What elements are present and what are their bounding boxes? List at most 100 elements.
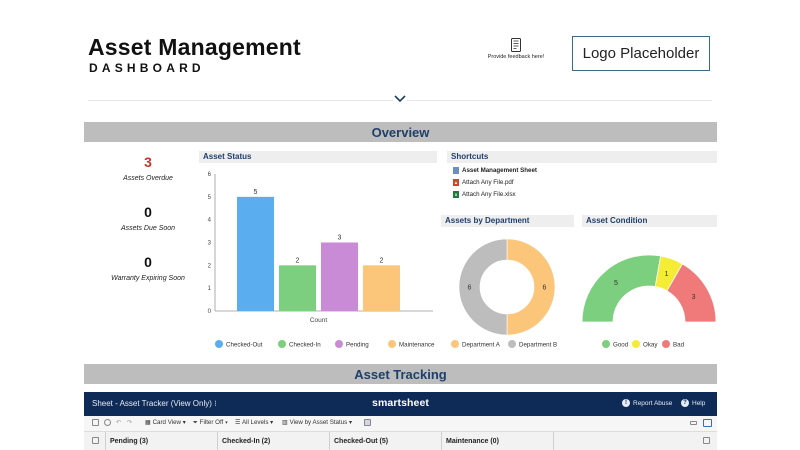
- legend-swatch-maintenance: [388, 340, 396, 348]
- bar-maintenance: [363, 265, 400, 311]
- x-axis-label: Count: [310, 317, 328, 324]
- asset-condition-header: Asset Condition: [582, 215, 717, 227]
- view-by-icon: ▥: [282, 419, 290, 426]
- gauge-slice-good: [581, 254, 662, 323]
- legend-swatch-bad: [662, 340, 670, 348]
- shortcut-asset-management-sheet[interactable]: Asset Management Sheet: [453, 167, 537, 174]
- redo-icon[interactable]: ↷: [127, 419, 132, 426]
- comment-icon[interactable]: [703, 437, 710, 444]
- row-icon: [92, 437, 99, 444]
- legend-label-checked-in: Checked-In: [289, 342, 321, 349]
- bar-value-label: 2: [380, 257, 384, 264]
- legend-swatch-checked-out: [215, 340, 223, 348]
- bar-value-label: 2: [296, 257, 300, 264]
- legend-label-okay: Okay: [643, 342, 658, 349]
- logo-placeholder: Logo Placeholder: [572, 36, 710, 71]
- column-checked-out[interactable]: Checked-Out (5): [334, 438, 388, 445]
- card-view-dropdown[interactable]: ▦ Card View ▾: [145, 419, 186, 426]
- legend-label-bad: Bad: [673, 342, 685, 349]
- bar-checked-out: [237, 196, 274, 311]
- tracker-card-columns: [84, 432, 717, 450]
- column-pending[interactable]: Pending (3): [110, 438, 148, 445]
- legend-label-good: Good: [613, 342, 629, 349]
- column-divider: [105, 432, 106, 450]
- alert-icon: !: [622, 399, 630, 407]
- legend-swatch-checked-in: [278, 340, 286, 348]
- report-abuse-label: Report Abuse: [633, 399, 673, 407]
- help-icon: ?: [681, 399, 689, 407]
- column-maintenance[interactable]: Maintenance (0): [446, 438, 499, 445]
- legend-label-department-a: Department A: [462, 342, 501, 349]
- levels-dropdown[interactable]: ☰ All Levels ▾: [235, 419, 273, 426]
- bar-value-label: 3: [338, 235, 342, 242]
- chevron-down-icon[interactable]: [393, 94, 407, 104]
- collapse-panel-icon[interactable]: [690, 421, 697, 425]
- shortcut-label: Attach Any File.xlsx: [462, 191, 516, 198]
- column-divider: [553, 432, 554, 450]
- help-link[interactable]: ? Help: [681, 399, 705, 407]
- assets-by-department-chart: 6 6 Department A Department B: [451, 238, 557, 349]
- help-label: Help: [692, 399, 706, 407]
- grid-toggle-icon[interactable]: [364, 419, 371, 426]
- column-divider: [329, 432, 330, 450]
- legend-label-pending: Pending: [346, 342, 369, 349]
- overview-section-header: Overview: [84, 122, 717, 142]
- stat-assets-due-soon: 0 Assets Due Soon: [84, 204, 212, 232]
- legend-label-checked-out: Checked-Out: [226, 342, 263, 349]
- gauge-value-label: 3: [692, 294, 696, 301]
- y-tick-label: 6: [208, 172, 212, 178]
- y-tick-label: 4: [208, 218, 212, 224]
- y-tick-label: 2: [208, 263, 212, 269]
- y-tick-label: 3: [208, 241, 212, 247]
- donut-value-label: 6: [543, 285, 547, 292]
- column-checked-in[interactable]: Checked-In (2): [222, 438, 270, 445]
- y-tick-label: 0: [208, 309, 212, 315]
- stat-label: Assets Overdue: [123, 175, 173, 182]
- shortcut-pdf-file[interactable]: ▲ Attach Any File.pdf: [453, 179, 514, 186]
- asset-status-chart: 0 1 2 3 4 5 6 5 2 3 2 Count Checked-Out Checked-In Pen…: [208, 172, 435, 349]
- y-tick-label: 1: [208, 286, 212, 292]
- stat-value: 3: [144, 154, 152, 170]
- legend-label-maintenance: Maintenance: [399, 342, 435, 349]
- feedback-text: Provide feedback here!: [487, 54, 545, 60]
- donut-value-label: 6: [468, 285, 472, 292]
- gauge-value-label: 1: [665, 271, 669, 278]
- stat-warranty-expiring: 0 Warranty Expiring Soon: [84, 254, 212, 282]
- stat-value: 0: [144, 204, 152, 220]
- y-tick-label: 5: [208, 195, 212, 201]
- feedback-form-icon: [511, 38, 521, 52]
- page-title: Asset Management: [88, 34, 301, 60]
- pdf-icon: ▲: [453, 179, 459, 186]
- shortcut-label: Asset Management Sheet: [462, 167, 537, 174]
- stat-label: Warranty Expiring Soon: [111, 275, 185, 282]
- tracker-title-menu-icon[interactable]: ⁝: [214, 399, 217, 408]
- shortcut-label: Attach Any File.pdf: [462, 179, 514, 186]
- donut-slice-department-a: [506, 238, 556, 336]
- stat-assets-overdue: 3 Assets Overdue: [84, 154, 212, 182]
- bar-value-label: 5: [254, 189, 258, 196]
- filter-icon: ⏷: [193, 419, 200, 426]
- view-by-dropdown[interactable]: ▥ View by Asset Status ▾: [282, 419, 352, 426]
- report-abuse-link[interactable]: ! Report Abuse: [622, 399, 672, 407]
- undo-icon[interactable]: ↶: [116, 419, 121, 426]
- assets-by-department-header: Assets by Department: [441, 215, 574, 227]
- donut-slice-department-b: [458, 238, 508, 336]
- filter-dropdown[interactable]: ⏷ Filter Off ▾: [193, 419, 228, 427]
- legend-swatch-good: [602, 340, 610, 348]
- asset-condition-chart: 5 1 3 Good Okay Bad: [581, 254, 717, 349]
- print-icon[interactable]: [104, 419, 111, 426]
- sheet-icon: [453, 167, 459, 174]
- bar-checked-in: [279, 265, 316, 311]
- gauge-value-label: 5: [614, 280, 618, 287]
- asset-status-header: Asset Status: [199, 151, 437, 163]
- levels-label: All Levels ▾: [241, 419, 274, 426]
- levels-icon: ☰: [235, 419, 242, 426]
- save-icon[interactable]: [92, 419, 99, 426]
- card-view-label: Card View ▾: [152, 419, 186, 426]
- side-panel-icon[interactable]: [703, 419, 712, 427]
- legend-swatch-pending: [335, 340, 343, 348]
- feedback-link[interactable]: Provide feedback here!: [482, 38, 550, 60]
- filter-label: Filter Off ▾: [199, 419, 229, 426]
- shortcut-xlsx-file[interactable]: x Attach Any File.xlsx: [453, 191, 516, 198]
- card-view-icon: ▦: [145, 419, 153, 426]
